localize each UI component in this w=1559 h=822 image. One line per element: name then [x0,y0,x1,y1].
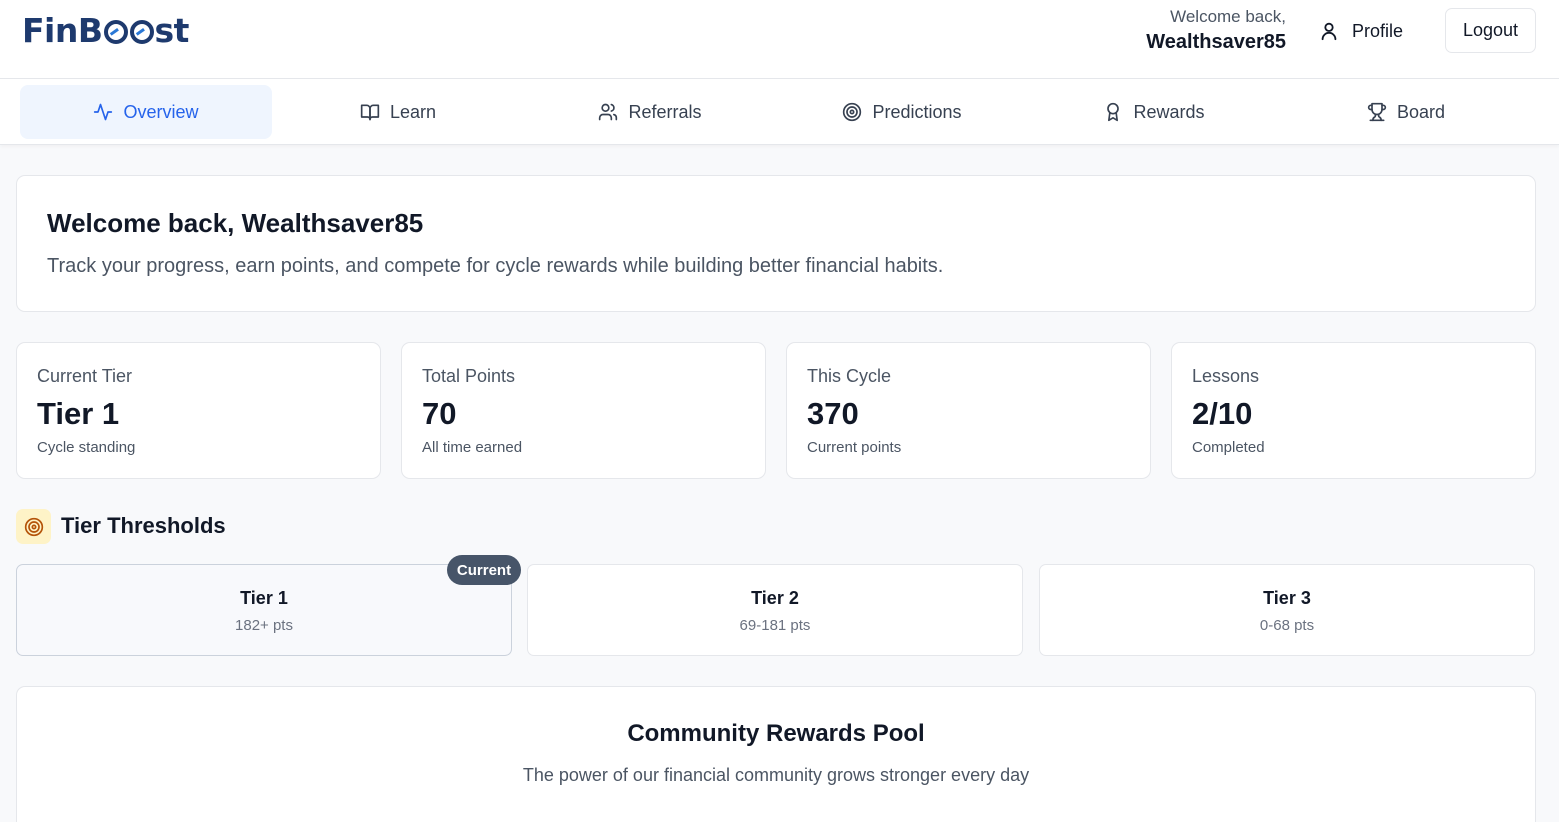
welcome-subtitle: Track your progress, earn points, and co… [47,255,944,277]
tab-label: Referrals [628,101,702,122]
stat-label: Total Points [422,366,516,386]
stat-label: This Cycle [807,366,892,386]
tab-learn[interactable]: Learn [272,85,524,139]
community-rewards-pool-card: Community Rewards Pool The power of our … [16,686,1536,822]
tier-points: 69-181 pts [739,617,811,634]
award-icon [1107,102,1120,122]
book-open-icon [360,104,380,121]
tab-label: Overview [123,101,199,122]
tier-points: 0-68 pts [1259,617,1315,634]
tab-rewards[interactable]: Rewards [1028,85,1280,139]
logo-o-icon [129,20,154,44]
tab-referrals[interactable]: Referrals [524,85,776,139]
profile-button[interactable]: Profile [1318,15,1403,47]
welcome-label: Welcome back, [1170,7,1286,26]
tier-thresholds-title: Tier Thresholds [61,513,226,538]
tab-label: Board [1396,101,1446,122]
tier-card-2[interactable]: Tier 2 69-181 pts [527,564,1023,656]
trophy-icon [1367,102,1387,122]
stat-card-total-points: Total Points 70 All time earned [401,342,766,479]
tier-name: Tier 2 [751,588,799,608]
users-icon [599,103,618,121]
tab-overview[interactable]: Overview [20,85,272,139]
logo-text-st: st [154,10,190,50]
stat-label: Lessons [1192,366,1260,386]
pool-subtitle: The power of our financial community gro… [522,765,1030,785]
tab-label: Predictions [872,101,962,122]
tier-thresholds-icon-wrap [16,509,51,544]
stat-sub: All time earned [422,439,523,456]
stat-value: Tier 1 [37,396,120,431]
stat-card-current-tier: Current Tier Tier 1 Cycle standing [16,342,381,479]
stat-value: 70 [422,396,457,431]
stat-sub: Completed [1192,439,1265,456]
logout-button[interactable]: Logout [1445,8,1536,53]
target-icon [843,102,862,122]
tab-board[interactable]: Board [1280,85,1532,139]
logo-text-fin: FinB [22,10,103,50]
finboost-logo[interactable]: FinB st [22,8,189,52]
logo-o-icon [103,20,128,44]
current-tier-badge: Current [447,555,521,585]
tier-points: 182+ pts [235,617,293,634]
user-icon [1321,22,1337,41]
welcome-card: Welcome back, Wealthsaver85 Track your p… [16,175,1536,312]
profile-label: Profile [1352,20,1404,41]
tab-predictions[interactable]: Predictions [776,85,1028,139]
stat-sub: Cycle standing [37,439,136,456]
header-welcome: Welcome back, Wealthsaver85 [1146,6,1286,57]
stat-label: Current Tier [37,366,133,386]
target-icon [24,517,43,536]
tier-name: Tier 1 [240,588,288,608]
tab-label: Learn [389,101,437,122]
tab-label: Rewards [1133,101,1205,122]
stat-sub: Current points [807,439,902,456]
pool-title: Community Rewards Pool [627,720,925,747]
top-header: FinB st Welcome back, Wealthsaver85 Profi… [0,0,1559,79]
header-username: Wealthsaver85 [1146,31,1286,53]
activity-icon [94,103,113,121]
tier-card-1[interactable]: Tier 1 182+ pts [16,564,512,656]
tier-card-3[interactable]: Tier 3 0-68 pts [1039,564,1535,656]
tier-name: Tier 3 [1263,588,1311,608]
welcome-title: Welcome back, Wealthsaver85 [47,208,424,238]
stat-card-lessons: Lessons 2/10 Completed [1171,342,1536,479]
stat-value: 2/10 [1192,396,1253,431]
main-tabs: Overview Learn Referrals Predictions Rew… [0,79,1559,145]
stat-value: 370 [807,396,859,431]
stat-card-this-cycle: This Cycle 370 Current points [786,342,1151,479]
